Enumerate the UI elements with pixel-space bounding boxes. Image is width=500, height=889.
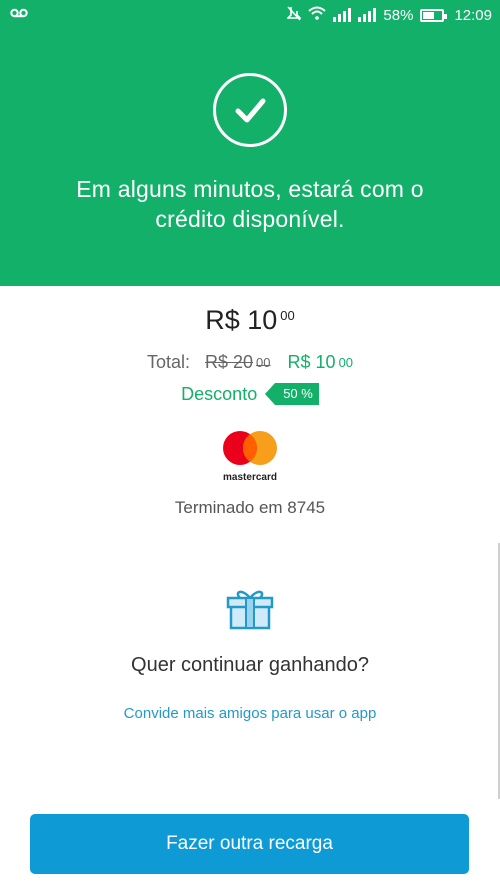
discount-row: Desconto 50 % [0,383,500,405]
card-ending: Terminado em 8745 [174,498,326,517]
final-price-cents: 00 [338,355,354,370]
card-brand-name: mastercard [223,472,277,483]
success-message: Em alguns minutos, estará com o crédito … [76,176,424,232]
final-price-value: R$ 10 [287,352,336,372]
status-bar: 58% 12:09 [0,0,500,30]
new-recharge-button[interactable]: Fazer outra recarga [30,814,469,874]
signal-icon [358,8,377,22]
mastercard-logo: mastercard [218,430,282,483]
original-price-cents: 00 [256,355,271,370]
signal-icon [333,8,352,22]
mute-icon [286,5,303,25]
discount-badge: 50 % [265,383,319,405]
check-circle-icon [213,73,287,147]
battery-percent: 58% [383,6,414,24]
discount-label: Desconto [181,383,258,404]
battery-icon [420,8,448,22]
clock: 12:09 [454,6,492,24]
success-header: Em alguns minutos, estará com o crédito … [0,30,500,286]
total-row: Total: R$ 20 00 R$ 10 00 [0,352,500,373]
gift-icon [226,586,274,630]
total-label: Total: [146,352,190,372]
amount-cents: 00 [280,308,295,323]
promo-title: Quer continuar ganhando? [131,654,369,676]
wifi-icon [308,6,327,24]
original-price-value: R$ 20 [205,352,254,372]
original-price: R$ 20 00 [205,352,271,372]
recharge-amount: R$ 10 00 [0,305,500,336]
final-price: R$ 10 00 [288,352,354,372]
amount-value: R$ 10 [205,305,278,335]
invite-friends-link[interactable]: Convide mais amigos para usar o app [0,705,500,722]
voicemail-icon [10,6,28,23]
